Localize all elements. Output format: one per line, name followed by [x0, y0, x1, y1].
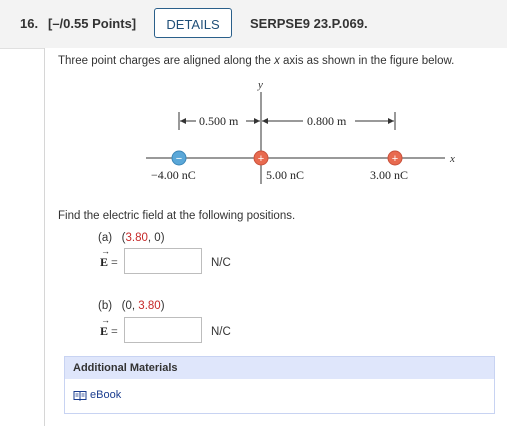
y-axis-label: y: [257, 79, 263, 91]
charge-negative-left: −: [171, 150, 187, 166]
unit-label-a: N/C: [211, 257, 231, 269]
dim-arrow: [254, 118, 260, 124]
equals-sign: =: [111, 324, 118, 338]
question-header: 16. [–/0.55 Points] DETAILS SERPSE9 23.P…: [0, 0, 507, 49]
part-letter: (a): [98, 232, 113, 244]
charge-positive-middle: +: [253, 150, 269, 166]
unit-label-b: N/C: [211, 326, 231, 338]
pos-paren: ): [160, 300, 165, 312]
book-icon: [73, 390, 87, 401]
points-label: [–/0.55 Points]: [48, 16, 137, 31]
additional-materials-title: Additional Materials: [65, 357, 494, 379]
problem-id: SERPSE9 23.P.069.: [250, 16, 368, 31]
dim-arrow: [262, 118, 268, 124]
details-button[interactable]: DETAILS: [154, 8, 232, 38]
additional-materials-panel: Additional Materials eBook: [64, 356, 495, 414]
position-value-x: 3.80: [125, 232, 148, 244]
answer-input-b[interactable]: [124, 317, 202, 343]
problem-intro: Three point charges are aligned along th…: [58, 55, 454, 67]
e-symbol: E: [100, 255, 109, 269]
ebook-link[interactable]: eBook: [73, 389, 121, 401]
charge-label-left: −4.00 nC: [151, 168, 196, 182]
dim-arrow: [180, 118, 186, 124]
charge-sign: +: [392, 153, 398, 165]
intro-text: Three point charges are aligned along th…: [58, 55, 275, 67]
pos-paren: ): [160, 232, 165, 244]
charge-sign: +: [258, 153, 264, 165]
x-axis-label: x: [449, 153, 455, 165]
charges-figure: y x 0.500 m 0.800 m − + + −4.00 nC 5.00 …: [146, 79, 455, 184]
charge-positive-right: +: [387, 150, 403, 166]
dist-right-label: 0.800 m: [307, 114, 347, 128]
e-vector-label: → E =: [100, 315, 118, 339]
prompt-text: Find the electric field at the following…: [58, 210, 296, 222]
question-number: 16.: [20, 16, 39, 31]
e-vector-label: → E =: [100, 246, 118, 270]
charge-label-middle: 5.00 nC: [266, 168, 304, 182]
answer-input-a[interactable]: [124, 248, 202, 274]
position-value-y: 3.80: [138, 300, 161, 312]
charge-label-right: 3.00 nC: [370, 168, 408, 182]
ebook-label: eBook: [90, 389, 122, 401]
dim-arrow: [388, 118, 394, 124]
equals-sign: =: [111, 255, 118, 269]
intro-text-end: axis as shown in the figure below.: [279, 55, 455, 67]
part-b-heading: (b) (0, 3.80): [98, 300, 165, 312]
part-letter: (b): [98, 300, 113, 312]
vector-arrow-icon: →: [101, 246, 110, 256]
charge-sign: −: [176, 153, 182, 165]
part-a-heading: (a) (3.80, 0): [98, 232, 165, 244]
e-symbol: E: [100, 324, 109, 338]
vector-arrow-icon: →: [101, 315, 110, 325]
dist-left-label: 0.500 m: [199, 114, 239, 128]
